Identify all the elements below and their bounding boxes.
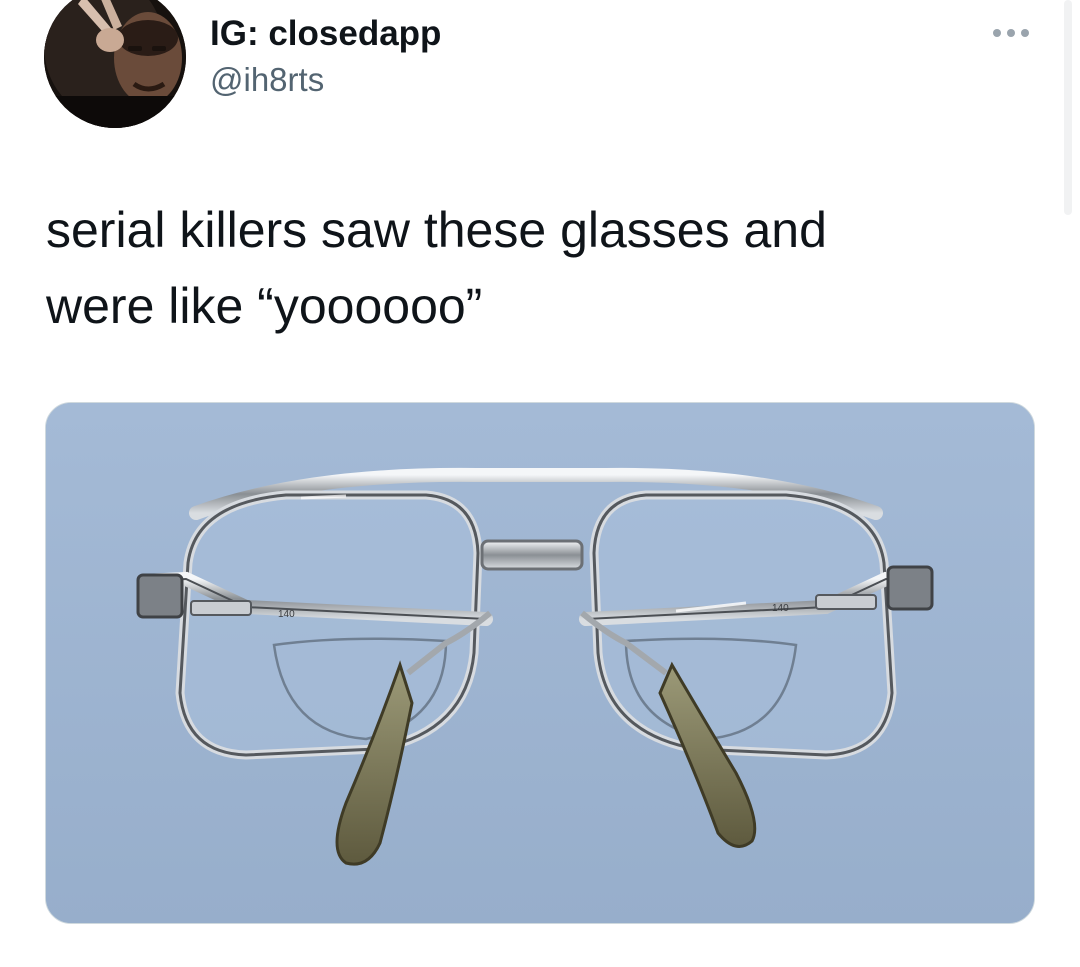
eyeglasses-photo-icon: 140 140 (46, 403, 1034, 923)
display-name[interactable]: IG: closedapp (210, 12, 441, 56)
user-handle[interactable]: @ih8rts (210, 60, 441, 100)
temple-marking-left: 140 (278, 609, 295, 620)
scrollbar[interactable] (1064, 0, 1072, 215)
more-horizontal-icon (993, 29, 1029, 37)
avatar[interactable] (44, 0, 186, 128)
author-info: IG: closedapp @ih8rts (210, 12, 441, 100)
profile-photo-icon (44, 0, 186, 128)
tweet-card: IG: closedapp @ih8rts serial killers saw… (0, 0, 1080, 967)
tweet-text: serial killers saw these glasses and wer… (46, 202, 827, 334)
tweet-photo[interactable]: 140 140 (45, 402, 1035, 924)
more-options-button[interactable] (984, 18, 1038, 48)
temple-marking-right: 140 (772, 603, 789, 614)
